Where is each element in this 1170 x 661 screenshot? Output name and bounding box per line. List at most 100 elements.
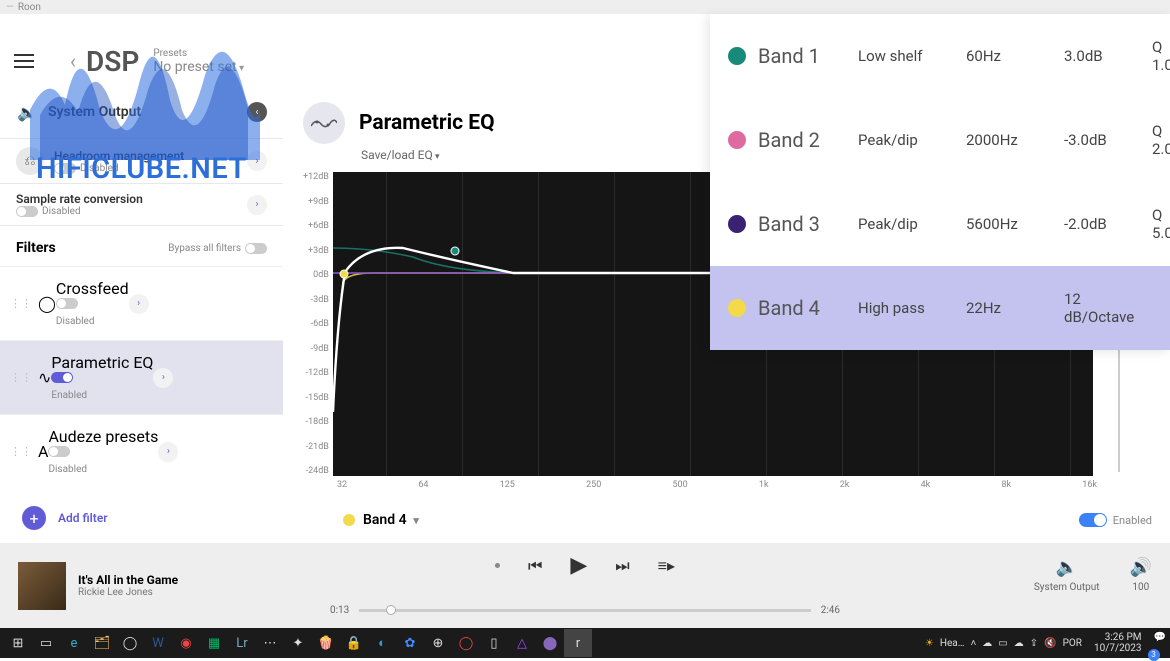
band-selector[interactable]: Band 4 <box>343 512 419 528</box>
module-state: Disabled <box>80 163 119 174</box>
app-icon[interactable]: ◉ <box>172 629 200 657</box>
chevron-right-icon[interactable]: › <box>247 151 267 171</box>
app-icon[interactable]: ▯ <box>480 629 508 657</box>
explorer-icon[interactable]: 🗂 <box>88 629 116 657</box>
band-row[interactable]: Band 2 Peak/dip 2000Hz -3.0dB Q 2.0 <box>710 98 1170 182</box>
output-device[interactable]: 🔈 System Output <box>1034 557 1100 593</box>
app-icon[interactable]: ⊕ <box>424 629 452 657</box>
drag-handle-icon[interactable]: ⋮⋮ <box>10 371 32 384</box>
previous-button[interactable]: ⏮ <box>528 556 542 576</box>
toggle[interactable] <box>16 206 38 217</box>
band-point-4[interactable] <box>340 269 349 278</box>
eq-wave-icon <box>303 102 345 144</box>
system-output-header[interactable]: 🔈 System Output ‹ <box>0 86 283 139</box>
app-icon[interactable]: ◯ <box>452 629 480 657</box>
headroom-icon: ⎌ <box>16 147 44 175</box>
bands-panel: Band 1 Low shelf 60Hz 3.0dB Q 1.0 Band 2… <box>710 14 1170 350</box>
chrome-icon[interactable]: ◯ <box>116 629 144 657</box>
selected-band-name: Band 4 <box>363 512 419 528</box>
cloud-icon[interactable]: ☁ <box>1014 638 1024 649</box>
queue-button[interactable]: ≡▸ <box>658 556 675 576</box>
word-icon[interactable]: W <box>144 629 172 657</box>
weather-icon[interactable]: ☀ <box>925 638 934 649</box>
chevron-right-icon[interactable]: › <box>153 368 173 388</box>
toggle[interactable] <box>51 372 73 383</box>
app-icon[interactable]: △ <box>508 629 536 657</box>
progress-track[interactable] <box>359 609 810 612</box>
track-title: It's All in the Game <box>78 573 178 587</box>
filter-name: Crossfeed <box>56 279 129 298</box>
next-button[interactable]: ⏭ <box>615 556 629 576</box>
toggle[interactable] <box>56 298 78 309</box>
app-icon[interactable]: ◐ <box>368 629 396 657</box>
y-axis: +12dB+9dB+6dB+3dB0dB-3dB-6dB-9dB-12dB-15… <box>303 172 333 476</box>
app-icon[interactable]: ▦ <box>200 629 228 657</box>
battery-icon[interactable]: ▭ <box>998 638 1007 649</box>
drag-handle-icon[interactable]: ⋮⋮ <box>10 445 32 458</box>
filter-audeze[interactable]: ⋮⋮ A Audeze presets Disabled › <box>0 414 283 488</box>
wifi-icon[interactable]: ⇪ <box>1030 638 1038 649</box>
app-icon[interactable]: 🍿 <box>312 629 340 657</box>
roon-taskbar-icon[interactable]: r <box>564 629 592 657</box>
app-icon[interactable]: ⬤ <box>536 629 564 657</box>
player-bar: It's All in the Game Rickie Lee Jones ⏮ … <box>0 543 1170 628</box>
band-row[interactable]: Band 3 Peak/dip 5600Hz -2.0dB Q 5.0 <box>710 182 1170 266</box>
filters-header: Filters Bypass all filters <box>0 226 283 266</box>
band-row[interactable]: Band 1 Low shelf 60Hz 3.0dB Q 1.0 <box>710 14 1170 98</box>
bypass-all-filters[interactable]: Bypass all filters <box>168 243 267 254</box>
app-icon[interactable]: 🔒 <box>340 629 368 657</box>
weather-label[interactable]: Hea… <box>940 638 965 649</box>
task-view-icon[interactable]: ▭ <box>32 629 60 657</box>
toggle[interactable] <box>48 446 70 457</box>
app-root: HIFICLUBE.NET ‹ DSP Presets No preset se… <box>0 14 1170 543</box>
chevron-right-icon[interactable]: › <box>158 442 178 462</box>
filter-parametric-eq[interactable]: ⋮⋮ ∿ Parametric EQ Enabled › <box>0 340 283 414</box>
play-button[interactable]: ▶ <box>570 553 587 578</box>
window-titlebar: — Roon <box>0 0 1170 14</box>
transport-controls: ⏮ ▶ ⏭ ≡▸ <box>495 553 675 578</box>
band-row[interactable]: Band 4 High pass 22Hz 12 dB/Octave <box>710 266 1170 350</box>
tray-chevron-icon[interactable]: ˄ <box>970 638 976 649</box>
onedrive-icon[interactable]: ☁ <box>982 638 992 649</box>
add-filter-button[interactable]: + Add filter <box>0 488 283 543</box>
chevron-right-icon[interactable]: › <box>247 195 267 215</box>
module-state: Disabled <box>42 206 81 217</box>
back-chevron-icon[interactable]: ‹ <box>70 49 76 73</box>
progress-thumb[interactable] <box>386 605 396 615</box>
filters-title: Filters <box>16 240 56 256</box>
notifications-icon[interactable]: 💬3 <box>1154 632 1166 655</box>
module-headroom[interactable]: ⎌ Headroom management Disabled › <box>0 139 283 184</box>
minimize-icon[interactable]: — <box>6 2 14 13</box>
toggle[interactable] <box>54 163 76 174</box>
band-point-1[interactable] <box>450 247 459 256</box>
module-sample-rate[interactable]: Sample rate conversion Disabled › <box>0 184 283 226</box>
chevron-right-icon[interactable]: › <box>129 294 149 314</box>
hamburger-icon[interactable] <box>14 54 34 68</box>
speaker-icon: 🔈 <box>16 98 38 126</box>
clock[interactable]: 3:26 PM 10/7/2023 <box>1088 632 1148 654</box>
volume-icon: 🔊 <box>1130 557 1152 578</box>
x-axis: 32641252505001k2k4k8k16k <box>337 480 1097 490</box>
lightroom-icon[interactable]: Lr <box>228 629 256 657</box>
filter-crossfeed[interactable]: ⋮⋮ ◯ Crossfeed Disabled › <box>0 266 283 340</box>
presets-label: Presets <box>153 48 244 59</box>
drag-handle-icon[interactable]: ⋮⋮ <box>10 297 32 310</box>
presets-block: Presets No preset set <box>153 48 244 75</box>
volume-control[interactable]: 🔊 100 <box>1130 557 1152 593</box>
preset-selector[interactable]: No preset set <box>153 59 244 75</box>
sound-icon[interactable]: 🔇 <box>1044 638 1056 649</box>
edge-icon[interactable]: e <box>60 629 88 657</box>
progress-row: 0:13 2:46 <box>330 605 840 616</box>
audeze-icon: A <box>38 442 48 461</box>
toggle[interactable] <box>245 243 267 254</box>
track-info[interactable]: It's All in the Game Rickie Lee Jones <box>78 573 178 598</box>
band-enabled-switch[interactable]: Enabled <box>1079 513 1152 527</box>
module-name: Sample rate conversion <box>16 192 247 206</box>
lang-indicator[interactable]: POR <box>1063 638 1082 649</box>
tidal-icon[interactable]: ✦ <box>284 629 312 657</box>
album-cover[interactable] <box>18 562 66 610</box>
start-button[interactable]: ⊞ <box>4 629 32 657</box>
app-icon[interactable]: ✿ <box>396 629 424 657</box>
app-icon[interactable]: ⋯ <box>256 629 284 657</box>
chevron-left-icon[interactable]: ‹ <box>247 102 267 122</box>
